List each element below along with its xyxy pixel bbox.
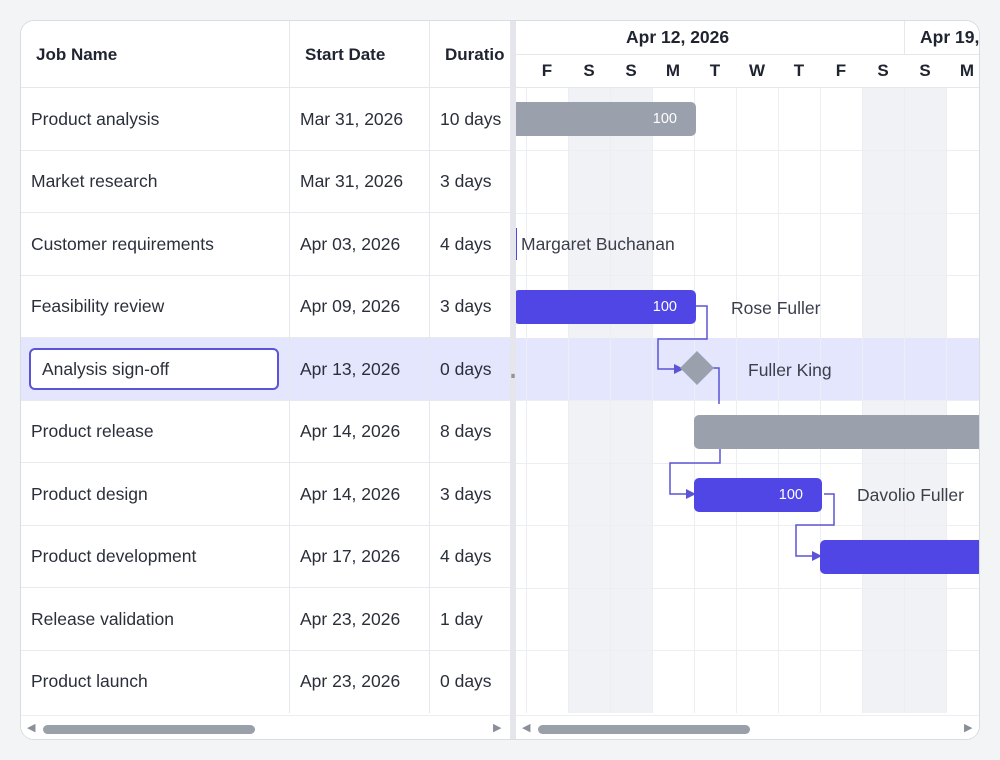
cell-start-date: Apr 14, 2026 — [300, 483, 401, 504]
table-row-selected[interactable]: Analysis sign-off Apr 13, 2026 0 days — [21, 338, 510, 401]
cell-job-name: Release validation — [31, 608, 175, 629]
column-header-job-name[interactable]: Job Name — [36, 21, 286, 88]
task-grid: Job Name Start Date Duratio Product anal… — [21, 21, 510, 713]
table-row[interactable]: Feasibility review Apr 09, 2026 3 days — [21, 276, 510, 338]
cell-job-name: Customer requirements — [31, 233, 214, 254]
cell-start-date: Apr 23, 2026 — [300, 608, 401, 629]
cell-start-date: Mar 31, 2026 — [300, 171, 404, 191]
cell-duration: 4 days — [440, 546, 492, 566]
cell-start-date: Apr 03, 2026 — [300, 233, 401, 254]
table-row[interactable]: Product launch Apr 23, 2026 0 days — [21, 651, 510, 714]
taskbar-customer-requirements-end[interactable] — [516, 228, 517, 260]
cell-duration: 8 days — [440, 421, 492, 441]
table-row[interactable]: Product release Apr 14, 2026 8 days — [21, 401, 510, 463]
taskbar-feasibility-review[interactable]: 100 — [516, 290, 696, 324]
scroll-left-icon[interactable]: ◀ — [27, 721, 35, 734]
scrollbar-thumb[interactable] — [538, 725, 750, 734]
grid-horizontal-scrollbar[interactable]: ◀ ▶ — [21, 715, 510, 739]
scroll-right-icon[interactable]: ▶ — [493, 721, 501, 734]
table-row[interactable]: Release validation Apr 23, 2026 1 day — [21, 588, 510, 651]
column-header-start-date[interactable]: Start Date — [305, 21, 435, 88]
cell-start-date: Apr 14, 2026 — [300, 421, 401, 441]
cell-duration: 0 days — [440, 358, 492, 379]
cell-duration: 3 days — [440, 483, 492, 504]
cell-duration: 3 days — [440, 171, 492, 191]
cell-start-date: Apr 09, 2026 — [300, 296, 401, 316]
cell-duration: 3 days — [440, 296, 492, 316]
taskbar-progress-label: 100 — [778, 487, 803, 503]
grid-header: Job Name Start Date Duratio — [21, 21, 510, 88]
cell-start-date: Apr 23, 2026 — [300, 671, 401, 691]
table-row[interactable]: Product development Apr 17, 2026 4 days — [21, 526, 510, 588]
cell-start-date: Apr 17, 2026 — [300, 546, 401, 566]
column-header-duration[interactable]: Duratio — [445, 21, 510, 88]
cell-start-date: Apr 13, 2026 — [300, 358, 401, 379]
scroll-right-icon[interactable]: ▶ — [964, 721, 972, 734]
taskbar-progress-label: 100 — [652, 111, 677, 127]
job-name-edit-input[interactable]: Analysis sign-off — [29, 348, 279, 390]
cell-duration: 4 days — [440, 233, 492, 254]
resource-label: Margaret Buchanan — [521, 233, 675, 254]
cell-duration: 1 day — [440, 608, 483, 629]
cell-job-name: Product analysis — [31, 108, 160, 129]
table-row[interactable]: Product design Apr 14, 2026 3 days — [21, 463, 510, 526]
cell-job-name: Product development — [31, 546, 197, 566]
taskbar-product-release[interactable] — [694, 415, 979, 449]
cell-job-name: Product launch — [31, 671, 148, 691]
table-row[interactable]: Market research Mar 31, 2026 3 days — [21, 151, 510, 213]
taskbar-product-analysis[interactable]: 100 — [516, 102, 696, 136]
column-divider — [289, 21, 290, 713]
chart-horizontal-scrollbar[interactable]: ◀ ▶ — [516, 715, 979, 739]
taskbar-product-design[interactable]: 100 — [694, 478, 822, 512]
scroll-left-icon[interactable]: ◀ — [522, 721, 530, 734]
taskbar-product-development[interactable] — [820, 540, 979, 574]
timeline-chart: Apr 12, 2026 Apr 19, F F S S M T W T F S… — [516, 21, 979, 713]
table-row[interactable]: Product analysis Mar 31, 2026 10 days — [21, 88, 510, 151]
cell-job-name: Market research — [31, 171, 158, 191]
cell-duration: 0 days — [440, 671, 492, 691]
cell-start-date: Mar 31, 2026 — [300, 108, 404, 129]
scrollbar-thumb[interactable] — [43, 725, 255, 734]
table-row[interactable]: Customer requirements Apr 03, 2026 4 day… — [21, 213, 510, 276]
cell-job-name: Product design — [31, 483, 148, 504]
column-divider — [429, 21, 430, 713]
resource-label: Fuller King — [748, 359, 832, 380]
edit-input-value: Analysis sign-off — [42, 358, 170, 379]
gantt-chart: Job Name Start Date Duratio Product anal… — [20, 20, 980, 740]
cell-job-name: Feasibility review — [31, 296, 165, 316]
resource-label: Davolio Fuller — [857, 484, 964, 505]
cell-duration: 10 days — [440, 108, 502, 129]
cell-job-name: Product release — [31, 421, 154, 441]
taskbar-progress-label: 100 — [652, 299, 677, 315]
resource-label: Rose Fuller — [731, 297, 821, 318]
